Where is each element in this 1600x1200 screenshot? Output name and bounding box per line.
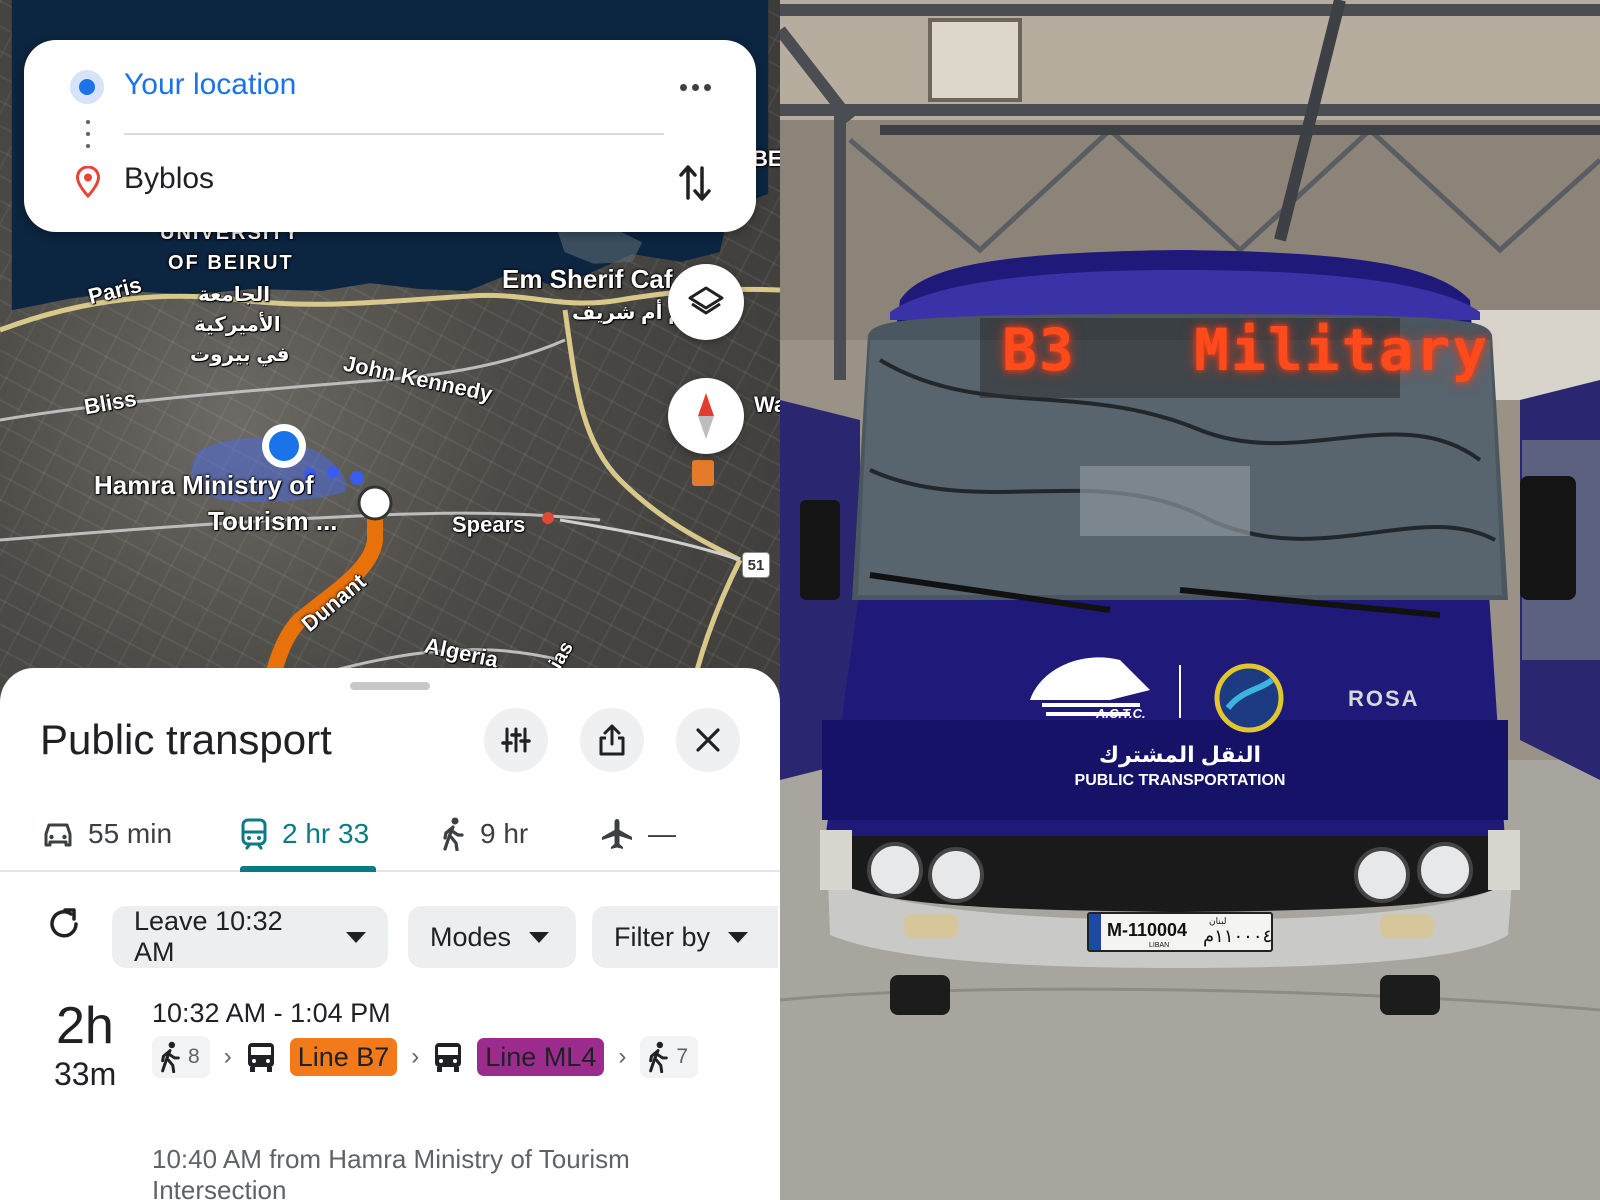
- tab-flights-label: —: [648, 818, 676, 849]
- map-label-spears: Spears: [452, 512, 526, 537]
- refresh-icon[interactable]: [44, 904, 84, 944]
- layers-button[interactable]: [668, 264, 744, 340]
- options-button[interactable]: [484, 708, 548, 772]
- map-label-hamra-2: Tourism ...: [208, 506, 338, 536]
- tab-flights[interactable]: —: [600, 796, 676, 872]
- license-plate: M-110004 لبنان ١١٠٠٠٤م LIBAN: [1087, 912, 1273, 952]
- map-label-university-ar-3: في بيروت: [190, 344, 290, 366]
- route-shield-51: 51: [742, 552, 770, 578]
- origin-field[interactable]: Your location: [124, 68, 296, 102]
- map-label-university-ar-1: الجامعة: [198, 284, 271, 306]
- led-route-number: B3: [1002, 316, 1076, 384]
- tab-driving[interactable]: 55 min: [42, 796, 172, 872]
- bus-english-label: PUBLIC TRANSPORTATION: [1074, 772, 1286, 789]
- sheet-grabber[interactable]: [350, 682, 430, 690]
- layers-icon: [688, 286, 724, 315]
- active-tab-indicator: [240, 866, 376, 872]
- plate-flag: [1089, 914, 1101, 950]
- tab-walking-label: 9 hr: [480, 818, 529, 849]
- more-options-icon[interactable]: [680, 84, 711, 91]
- flight-icon: [602, 819, 632, 849]
- maps-app: UNIVERSITY OF BEIRUT الجامعة الأميركية ف…: [0, 0, 780, 1200]
- bus-illustration: [780, 0, 1600, 1200]
- trip-times: 10:32 AM - 1:04 PM: [152, 998, 391, 1028]
- chevron-right-icon: ›: [411, 1043, 420, 1070]
- map-label-edge-wa: Wa: [754, 392, 780, 417]
- car-icon: [44, 823, 72, 847]
- trip-duration-minutes: 33m: [54, 1056, 117, 1092]
- swap-icon[interactable]: [678, 162, 712, 204]
- destination-pin-icon: [76, 166, 100, 198]
- route-dots-icon: [86, 120, 90, 156]
- chevron-right-icon: ›: [618, 1043, 627, 1070]
- bus-arabic-label: النقل المشترك: [1098, 742, 1262, 767]
- leave-time-dropdown[interactable]: Leave 10:32 AM: [112, 906, 388, 968]
- walk-icon: [649, 1041, 669, 1073]
- led-destination: Military: [1194, 316, 1490, 384]
- tab-driving-label: 55 min: [88, 818, 173, 849]
- directions-sheet: Public transport 55 min 2 hr 33 9 hr — L…: [0, 668, 780, 1200]
- line-badge-ml4: Line ML4: [477, 1038, 605, 1076]
- bus-icon: [435, 1043, 462, 1072]
- map-label-hamra-1: Hamra Ministry of: [94, 470, 314, 500]
- modes-label: Modes: [430, 921, 512, 952]
- chevron-down-icon: [346, 931, 366, 943]
- filter-dropdown[interactable]: Filter by: [592, 906, 778, 968]
- share-button[interactable]: [580, 708, 644, 772]
- walk-step: 8: [152, 1036, 210, 1078]
- line-badge-b7: Line B7: [289, 1038, 398, 1076]
- compass-icon: [698, 393, 714, 439]
- bus-brand: ROSA: [1348, 686, 1420, 711]
- route-divider: [124, 133, 664, 135]
- trip-duration-hours: 2h: [56, 997, 114, 1055]
- bus-photo: B3 Military A.C.T.C. ROSA النقل المشترك …: [780, 0, 1600, 1200]
- chevron-down-icon: [529, 931, 550, 943]
- chevron-right-icon: ›: [223, 1043, 232, 1070]
- close-button[interactable]: [676, 708, 740, 772]
- map-label-university-ar-2: الأميركية: [194, 314, 281, 336]
- map-label-university-2: OF BEIRUT: [168, 252, 294, 274]
- walk-minutes: 7: [676, 1045, 689, 1068]
- departure-detail: 10:40 AM from Hamra Ministry of Tourism …: [152, 1144, 630, 1200]
- map-label-edge-be: BE: [752, 146, 780, 171]
- bus-logo-acronym: A.C.T.C.: [1096, 706, 1146, 721]
- close-icon: [696, 728, 720, 752]
- plate-number-arabic: ١١٠٠٠٤م: [1203, 926, 1273, 946]
- tune-icon: [501, 727, 531, 753]
- plate-country-latin: LIBAN: [1149, 942, 1170, 949]
- destination-field[interactable]: Byblos: [124, 162, 214, 196]
- modes-dropdown[interactable]: Modes: [408, 906, 576, 968]
- sheet-title: Public transport: [40, 716, 332, 763]
- share-icon: [599, 724, 625, 756]
- tab-transit-label: 2 hr 33: [282, 818, 370, 849]
- travel-mode-tabs: 55 min 2 hr 33 9 hr —: [0, 796, 780, 872]
- trip-steps[interactable]: 8 › Line B7 › Line ML4 › 7: [152, 1036, 712, 1078]
- plate-number-latin: M-110004: [1107, 920, 1188, 940]
- walk-minutes: 8: [188, 1045, 200, 1068]
- chevron-down-icon: [728, 931, 749, 943]
- route-card: Your location Byblos: [24, 40, 756, 232]
- walk-step: 7: [640, 1036, 699, 1078]
- compass-button[interactable]: [668, 378, 744, 454]
- origin-dot-icon: [70, 70, 104, 104]
- transit-icon: [241, 818, 267, 850]
- filter-label: Filter by: [614, 921, 711, 952]
- map-label-em-sherif: Em Sherif Caf: [502, 264, 673, 294]
- leave-time-label: Leave 10:32 AM: [134, 906, 283, 967]
- tab-walking[interactable]: 9 hr: [440, 796, 528, 872]
- walk-icon: [161, 1041, 180, 1073]
- bus-icon: [247, 1043, 274, 1072]
- tab-transit[interactable]: 2 hr 33: [240, 796, 369, 872]
- walk-icon: [443, 817, 464, 851]
